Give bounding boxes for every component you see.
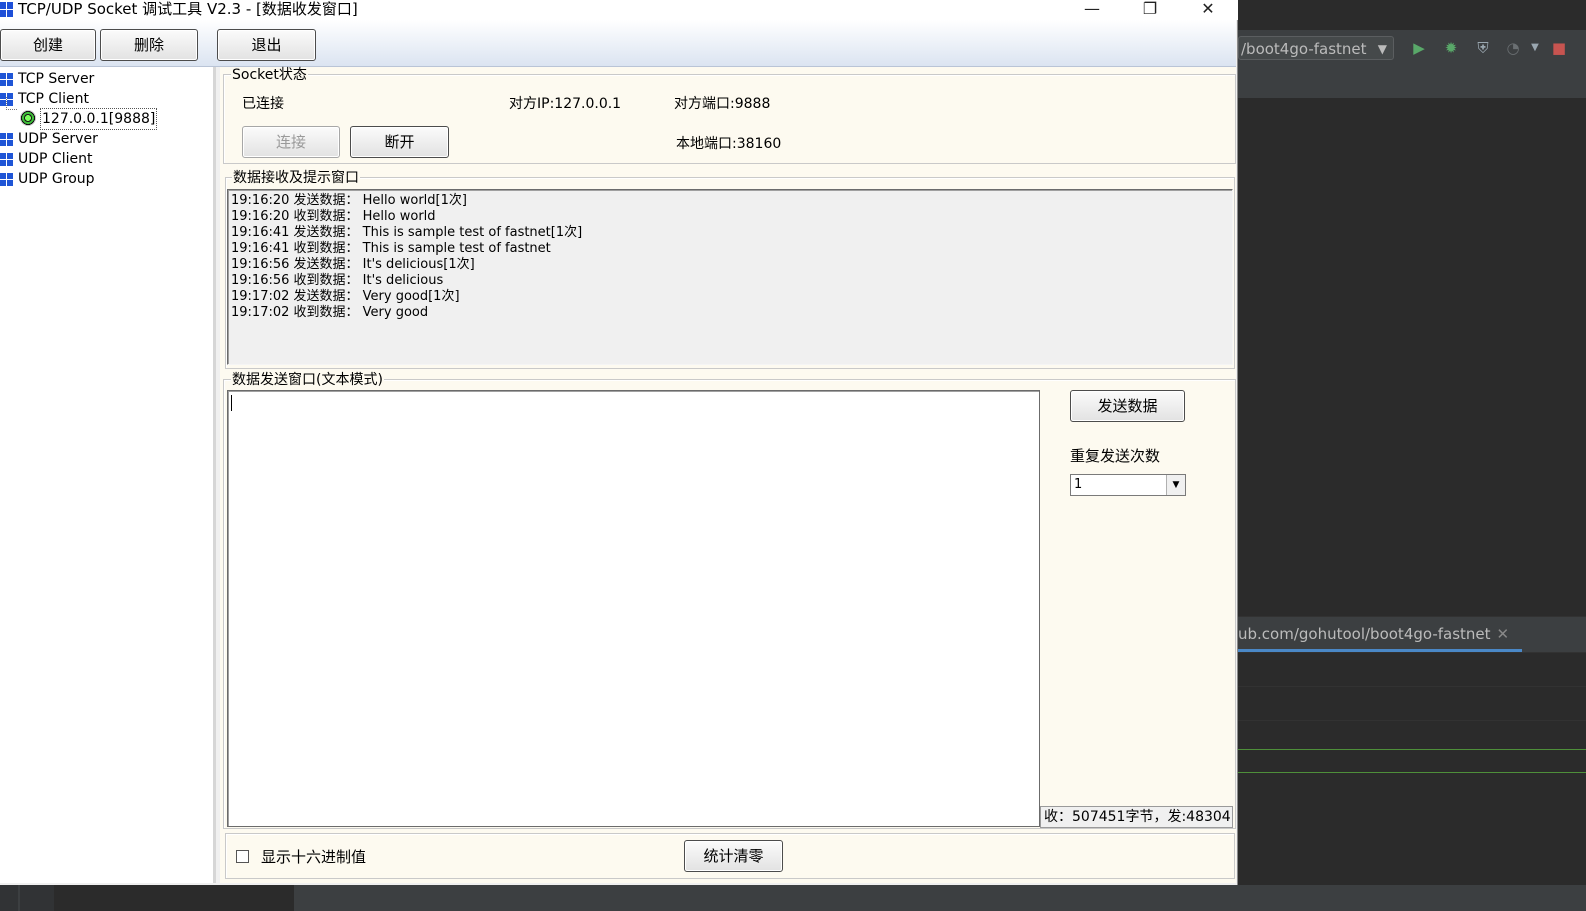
ide-toolbar: /boot4go-fastnet ▼ ▶ ✹ ⛨ ◔ ▼ ■ — [1238, 30, 1586, 67]
ide-divider — [1238, 772, 1586, 773]
connected-status-icon — [20, 110, 36, 126]
log-line: 19:16:20 发送数据： Hello world[1次] — [231, 193, 467, 208]
coverage-icon[interactable]: ⛨ — [1474, 39, 1492, 57]
chevron-down-icon: ▼ — [1377, 42, 1387, 56]
chevron-down-icon[interactable]: ▼ — [1526, 39, 1544, 57]
socket-tool-window: TCP/UDP Socket 调试工具 V2.3 - [数据收发窗口] — ❐ … — [0, 0, 1238, 885]
run-icon[interactable]: ▶ — [1410, 39, 1428, 57]
window-title: TCP/UDP Socket 调试工具 V2.3 - [数据收发窗口] — [18, 0, 358, 18]
receive-log[interactable]: 19:16:20 发送数据： Hello world[1次] 19:16:20 … — [227, 189, 1233, 365]
ide-editor-area — [1238, 98, 1586, 586]
create-button[interactable]: 创建 — [0, 29, 96, 61]
connection-tree: TCP Server TCP Client 127.0.0.1[9888] UD… — [0, 67, 216, 883]
hex-display-label[interactable]: 显示十六进制值 — [261, 848, 366, 866]
socket-status-legend: Socket状态 — [231, 67, 308, 83]
close-icon[interactable]: ✕ — [1186, 0, 1230, 18]
ide-console-row — [1238, 652, 1586, 687]
maximize-icon[interactable]: ❐ — [1128, 0, 1172, 18]
ide-run-config-label: /boot4go-fastnet — [1241, 40, 1367, 58]
toolbar: 创建 删除 退出 — [0, 20, 1236, 67]
delete-button[interactable]: 删除 — [100, 29, 198, 61]
ide-run-config-dropdown[interactable]: /boot4go-fastnet ▼ — [1238, 36, 1394, 60]
send-text-input[interactable] — [227, 390, 1040, 827]
log-line: 19:17:02 收到数据： Very good — [231, 305, 429, 320]
stop-icon[interactable]: ■ — [1550, 39, 1568, 57]
log-line: 19:16:41 发送数据： This is sample test of fa… — [231, 225, 583, 240]
ide-bottom-tabs: ub.com/gohutool/boot4go-fastnet ✕ — [1238, 616, 1586, 653]
log-line: 19:17:02 发送数据： Very good[1次] — [231, 289, 460, 304]
connection-state-text: 已连接 — [242, 96, 284, 112]
app-icon — [0, 2, 14, 18]
ide-terminal-tab[interactable]: ub.com/gohutool/boot4go-fastnet ✕ — [1238, 625, 1509, 643]
ide-console-row — [1238, 686, 1586, 721]
chevron-down-icon[interactable]: ▼ — [1166, 475, 1185, 495]
tree-item-label: UDP Server — [18, 131, 98, 147]
grid-icon — [0, 73, 13, 86]
log-line: 19:16:56 收到数据： It's delicious — [231, 273, 444, 288]
profile-icon[interactable]: ◔ — [1504, 39, 1522, 57]
debug-icon[interactable]: ✹ — [1442, 39, 1460, 57]
exit-button[interactable]: 退出 — [217, 29, 316, 61]
log-line: 19:16:56 发送数据： It's delicious[1次] — [231, 257, 475, 272]
grid-icon — [0, 173, 13, 186]
ide-status-item — [54, 885, 294, 911]
ide-tab-strip — [1238, 66, 1586, 98]
title-bar[interactable]: TCP/UDP Socket 调试工具 V2.3 - [数据收发窗口] — ❐ … — [0, 0, 1238, 20]
close-icon[interactable]: ✕ — [1497, 625, 1510, 643]
remote-ip-text: 对方IP:127.0.0.1 — [509, 96, 622, 112]
repeat-count-label: 重复发送次数 — [1070, 447, 1161, 465]
remote-port-text: 对方端口:9888 — [674, 96, 771, 112]
repeat-count-value: 1 — [1074, 477, 1083, 492]
tree-item-label: TCP Client — [18, 91, 89, 107]
tree-connector — [6, 97, 17, 110]
tree-item-label: TCP Server — [18, 71, 95, 87]
minimize-icon[interactable]: — — [1070, 0, 1114, 18]
traffic-counter: 收：507451字节，发:48304 — [1040, 806, 1233, 828]
ide-tab-label: ub.com/gohutool/boot4go-fastnet — [1238, 625, 1491, 643]
ide-status-bar — [0, 885, 1586, 911]
text-caret — [231, 395, 232, 411]
connect-button[interactable]: 连接 — [242, 126, 340, 158]
receive-legend: 数据接收及提示窗口 — [232, 170, 360, 186]
grid-icon — [0, 153, 13, 166]
send-legend: 数据发送窗口(文本模式) — [231, 372, 384, 388]
log-line: 19:16:20 收到数据： Hello world — [231, 209, 436, 224]
ide-status-item — [20, 885, 54, 911]
send-data-button[interactable]: 发送数据 — [1070, 390, 1185, 422]
log-line: 19:16:41 收到数据： This is sample test of fa… — [231, 241, 551, 256]
grid-icon — [0, 133, 13, 146]
repeat-count-select[interactable]: 1 ▼ — [1070, 474, 1186, 496]
local-port-text: 本地端口:38160 — [676, 136, 782, 152]
disconnect-button[interactable]: 断开 — [350, 126, 449, 158]
ide-side-strip — [0, 885, 18, 911]
tree-item-label: UDP Client — [18, 151, 93, 167]
tree-item-tcp-client-connection[interactable]: 127.0.0.1[9888] — [40, 108, 158, 130]
hex-display-checkbox[interactable] — [236, 850, 249, 863]
ide-divider — [1238, 749, 1586, 750]
tree-item-label: UDP Group — [18, 171, 95, 187]
reset-stats-button[interactable]: 统计清零 — [684, 840, 783, 872]
